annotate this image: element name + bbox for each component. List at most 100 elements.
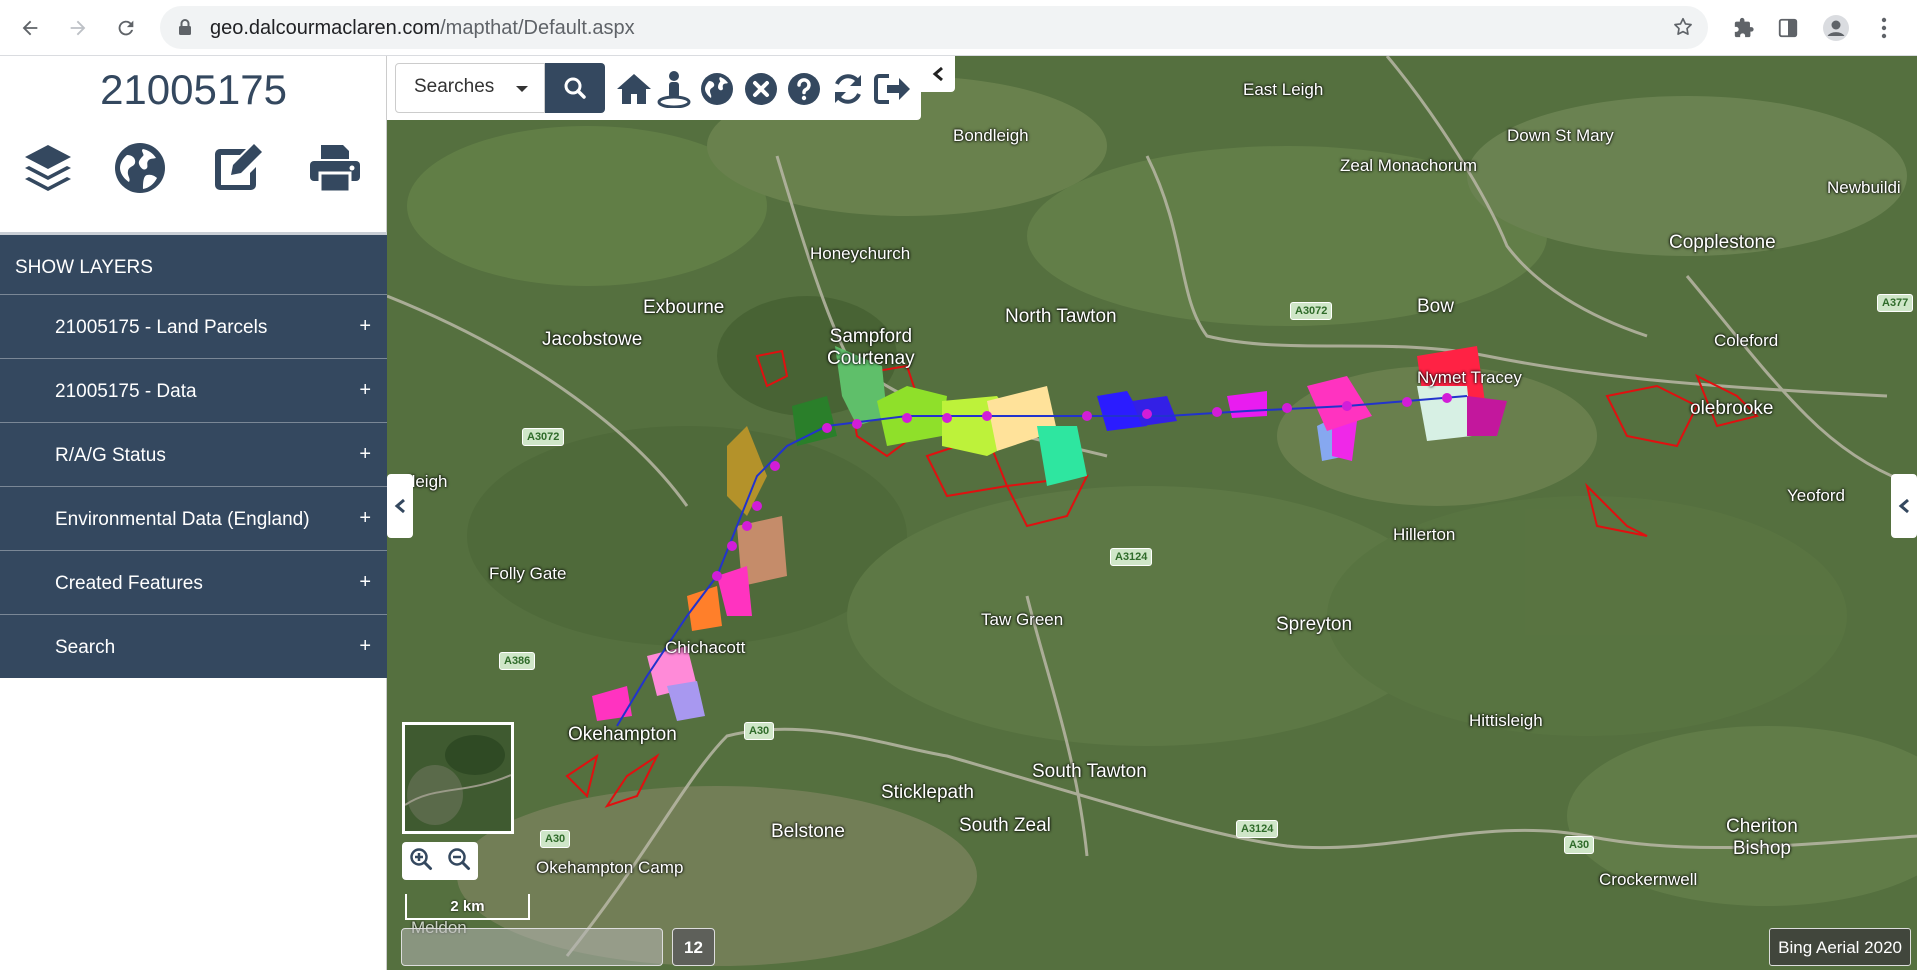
layer-label: R/A/G Status <box>55 445 166 466</box>
layers-icon[interactable] <box>18 138 78 198</box>
coordinate-display <box>401 928 663 966</box>
place-label: South Zeal <box>959 815 1051 836</box>
place-label: Zeal Monachorum <box>1340 156 1478 175</box>
expand-right-panel-button[interactable] <box>1891 474 1917 538</box>
map-view[interactable]: East Leigh Bondleigh Down St Mary Zeal M… <box>387 56 1917 970</box>
layer-label: Search <box>55 637 116 658</box>
search-icon <box>564 77 586 99</box>
map-attribution: Bing Aerial 2020 <box>1769 928 1911 966</box>
place-label: Hillerton <box>1393 525 1456 544</box>
zoom-out-icon[interactable] <box>447 847 471 876</box>
chevron-left-icon <box>1898 498 1909 514</box>
zoom-controls <box>402 842 478 880</box>
layer-rag-status[interactable]: R/A/G Status + <box>0 422 387 486</box>
road-number: A386 <box>499 652 536 670</box>
profile-avatar-icon[interactable] <box>1820 12 1852 44</box>
expand-icon[interactable]: + <box>359 315 371 338</box>
place-label: Yeoford <box>1787 486 1845 505</box>
forward-icon[interactable] <box>62 12 94 44</box>
place-label: Sticklepath <box>881 782 974 803</box>
road-number: A3072 <box>1290 302 1333 320</box>
place-label: Belstone <box>771 821 845 842</box>
lock-icon <box>178 19 192 41</box>
layer-data[interactable]: 21005175 - Data + <box>0 358 387 422</box>
place-label: Folly Gate <box>489 564 567 583</box>
scale-bar: 2 km <box>405 894 530 920</box>
globe-icon[interactable] <box>698 70 736 108</box>
url-path: /mapthat/Default.aspx <box>440 17 635 39</box>
layer-label: 21005175 - Data <box>55 381 197 402</box>
layer-label: Created Features <box>55 573 203 594</box>
expand-icon[interactable]: + <box>359 635 371 658</box>
zoom-level-display: 12 <box>672 928 715 966</box>
caret-down-icon <box>516 86 528 92</box>
place-label: Cheriton Bishop <box>1726 816 1798 859</box>
searches-dropdown[interactable]: Searches <box>395 63 545 113</box>
layer-created-features[interactable]: Created Features + <box>0 550 387 614</box>
side-panel-icon[interactable] <box>1772 12 1804 44</box>
place-label: Hittisleigh <box>1469 711 1543 730</box>
layer-search[interactable]: Search + <box>0 614 387 678</box>
collapse-toolbar-button[interactable] <box>921 56 955 92</box>
place-label: Coleford <box>1714 331 1779 350</box>
place-label: Nymet Tracey <box>1417 368 1522 387</box>
url-text: geo.dalcourmaclaren.com/mapthat/Default.… <box>210 17 635 40</box>
expand-icon[interactable]: + <box>359 443 371 466</box>
bookmark-star-icon[interactable] <box>1672 16 1694 43</box>
chevron-left-icon <box>394 498 405 514</box>
map-toolbar: Searches <box>387 56 921 120</box>
road-number: A3124 <box>1236 820 1279 838</box>
extensions-icon[interactable] <box>1728 12 1760 44</box>
place-label: North Tawton <box>1005 306 1117 327</box>
help-icon[interactable] <box>785 70 823 108</box>
refresh-icon[interactable] <box>829 70 867 108</box>
sidebar: 21005175 SHOW LAYERS 21005175 - Land Par… <box>0 56 387 970</box>
place-label: Jacobstowe <box>542 329 643 350</box>
expand-icon[interactable]: + <box>359 571 371 594</box>
place-label: Okehampton Camp <box>536 858 684 877</box>
browser-toolbar: geo.dalcourmaclaren.com/mapthat/Default.… <box>0 0 1917 56</box>
search-button[interactable] <box>545 63 605 113</box>
place-label: Crockernwell <box>1599 870 1698 889</box>
logout-icon[interactable] <box>873 70 911 108</box>
overview-map[interactable] <box>402 722 514 834</box>
place-label: olebrooke <box>1690 398 1774 419</box>
road-number: A30 <box>1564 836 1595 854</box>
place-label: Chichacott <box>665 638 746 657</box>
expand-icon[interactable]: + <box>359 379 371 402</box>
overview-imagery <box>405 725 511 831</box>
place-label: Copplestone <box>1669 232 1776 253</box>
aerial-imagery <box>387 56 1917 970</box>
layer-land-parcels[interactable]: 21005175 - Land Parcels + <box>0 294 387 358</box>
road-number: A3124 <box>1110 548 1153 566</box>
print-icon[interactable] <box>305 138 365 198</box>
address-bar[interactable]: geo.dalcourmaclaren.com/mapthat/Default.… <box>160 6 1708 49</box>
place-label: South Tawton <box>1032 761 1147 782</box>
streetview-icon[interactable] <box>655 70 693 108</box>
project-title: 21005175 <box>100 66 287 113</box>
place-label: Okehampton <box>568 724 677 745</box>
home-icon[interactable] <box>615 70 653 108</box>
layer-label: Environmental Data (England) <box>55 509 310 530</box>
place-label: East Leigh <box>1243 80 1324 99</box>
collapse-sidebar-button[interactable] <box>387 474 413 538</box>
edit-icon[interactable] <box>208 138 268 198</box>
zoom-in-icon[interactable] <box>409 847 433 876</box>
place-label: Newbuildi <box>1827 178 1901 197</box>
show-layers-header[interactable]: SHOW LAYERS <box>0 232 387 294</box>
clear-icon[interactable] <box>742 70 780 108</box>
place-label: Sampford Courtenay <box>827 326 915 369</box>
layer-environmental-data[interactable]: Environmental Data (England) + <box>0 486 387 550</box>
back-icon[interactable] <box>14 12 46 44</box>
place-label: Down St Mary <box>1507 126 1614 145</box>
expand-icon[interactable]: + <box>359 507 371 530</box>
globe-icon[interactable] <box>110 138 170 198</box>
road-number: A30 <box>540 830 571 848</box>
browser-menu-icon[interactable] <box>1868 12 1900 44</box>
road-number: A377 <box>1877 294 1914 312</box>
reload-icon[interactable] <box>110 12 142 44</box>
place-label: Honeychurch <box>810 244 911 263</box>
place-label: Bow <box>1417 296 1454 317</box>
road-number: A30 <box>744 722 775 740</box>
place-label: Bondleigh <box>953 126 1029 145</box>
